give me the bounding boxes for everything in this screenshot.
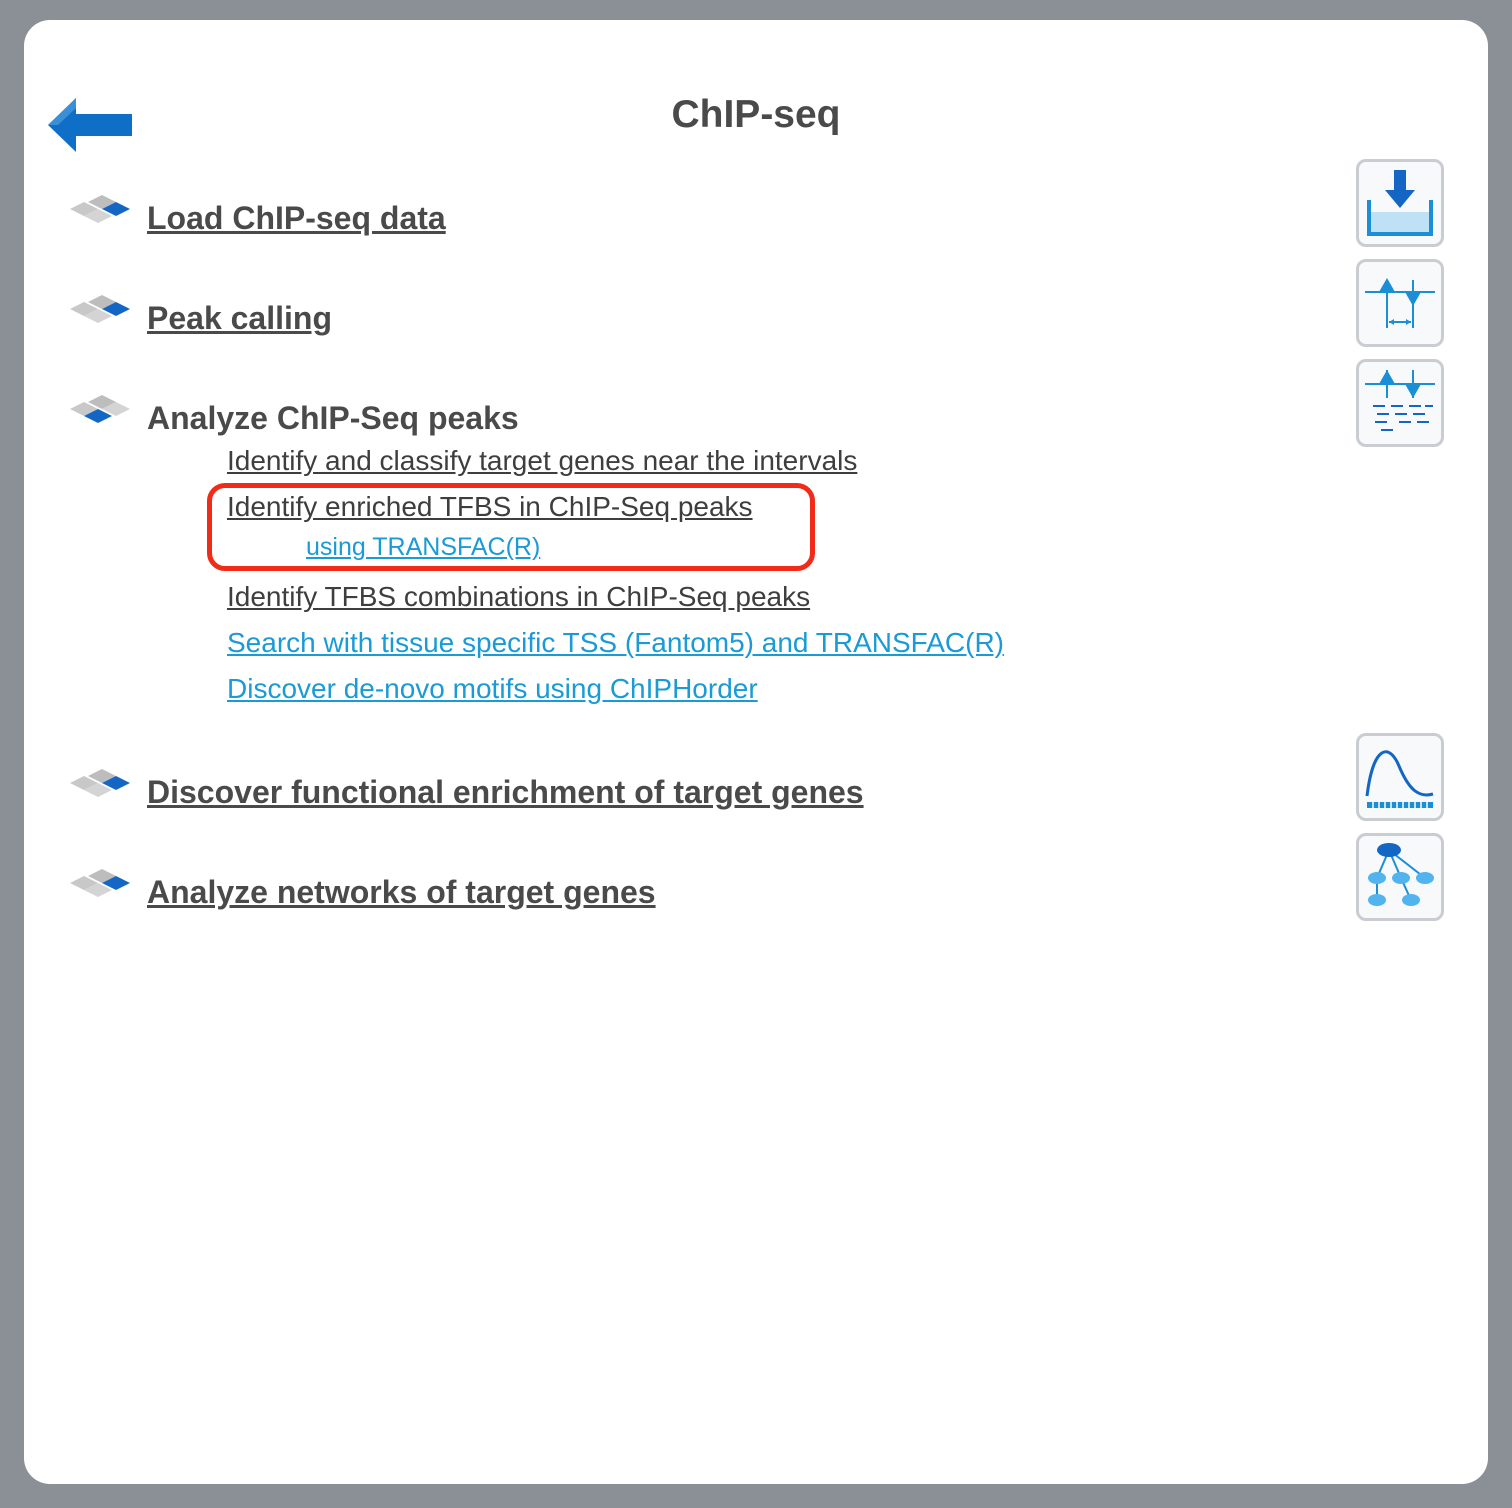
stacked-squares-icon [70,295,130,323]
functional-enrichment-button[interactable] [1356,733,1444,821]
section-link-analyze-networks[interactable]: Analyze networks of target genes [147,874,656,911]
import-icon [1367,170,1433,236]
stacked-squares-icon [70,769,130,797]
stacked-squares-icon [70,395,130,423]
link-identify-target-genes[interactable]: Identify and classify target genes near … [227,445,857,477]
peak-analysis-icon [1365,370,1435,431]
peak-analysis-button[interactable] [1356,359,1444,447]
import-data-button[interactable] [1356,159,1444,247]
network-icon [1368,843,1434,906]
link-identify-tfbs-combinations[interactable]: Identify TFBS combinations in ChIP-Seq p… [227,581,810,613]
peak-calling-button[interactable] [1356,259,1444,347]
link-identify-enriched-tfbs[interactable]: Identify enriched TFBS in ChIP-Seq peaks [227,491,753,523]
section-link-discover-functional-enrichment[interactable]: Discover functional enrichment of target… [147,774,864,811]
enrichment-curve-icon [1365,750,1434,808]
link-search-tissue-specific-tss[interactable]: Search with tissue specific TSS (Fantom5… [227,627,1004,659]
section-title-analyze-chip-seq-peaks: Analyze ChIP-Seq peaks [147,400,519,436]
section-link-load-chip-seq-data[interactable]: Load ChIP-seq data [147,200,446,237]
main-panel [24,20,1488,1484]
peak-calling-icon [1365,278,1435,328]
section-link-peak-calling[interactable]: Peak calling [147,300,332,337]
page-title: ChIP-seq [671,93,841,136]
stacked-squares-icon [70,195,130,223]
link-using-transfac[interactable]: using TRANSFAC(R) [306,533,540,562]
link-discover-de-novo-motifs[interactable]: Discover de-novo motifs using ChIPHorder [227,673,758,705]
network-analysis-button[interactable] [1356,833,1444,921]
stacked-squares-icon [70,869,130,897]
